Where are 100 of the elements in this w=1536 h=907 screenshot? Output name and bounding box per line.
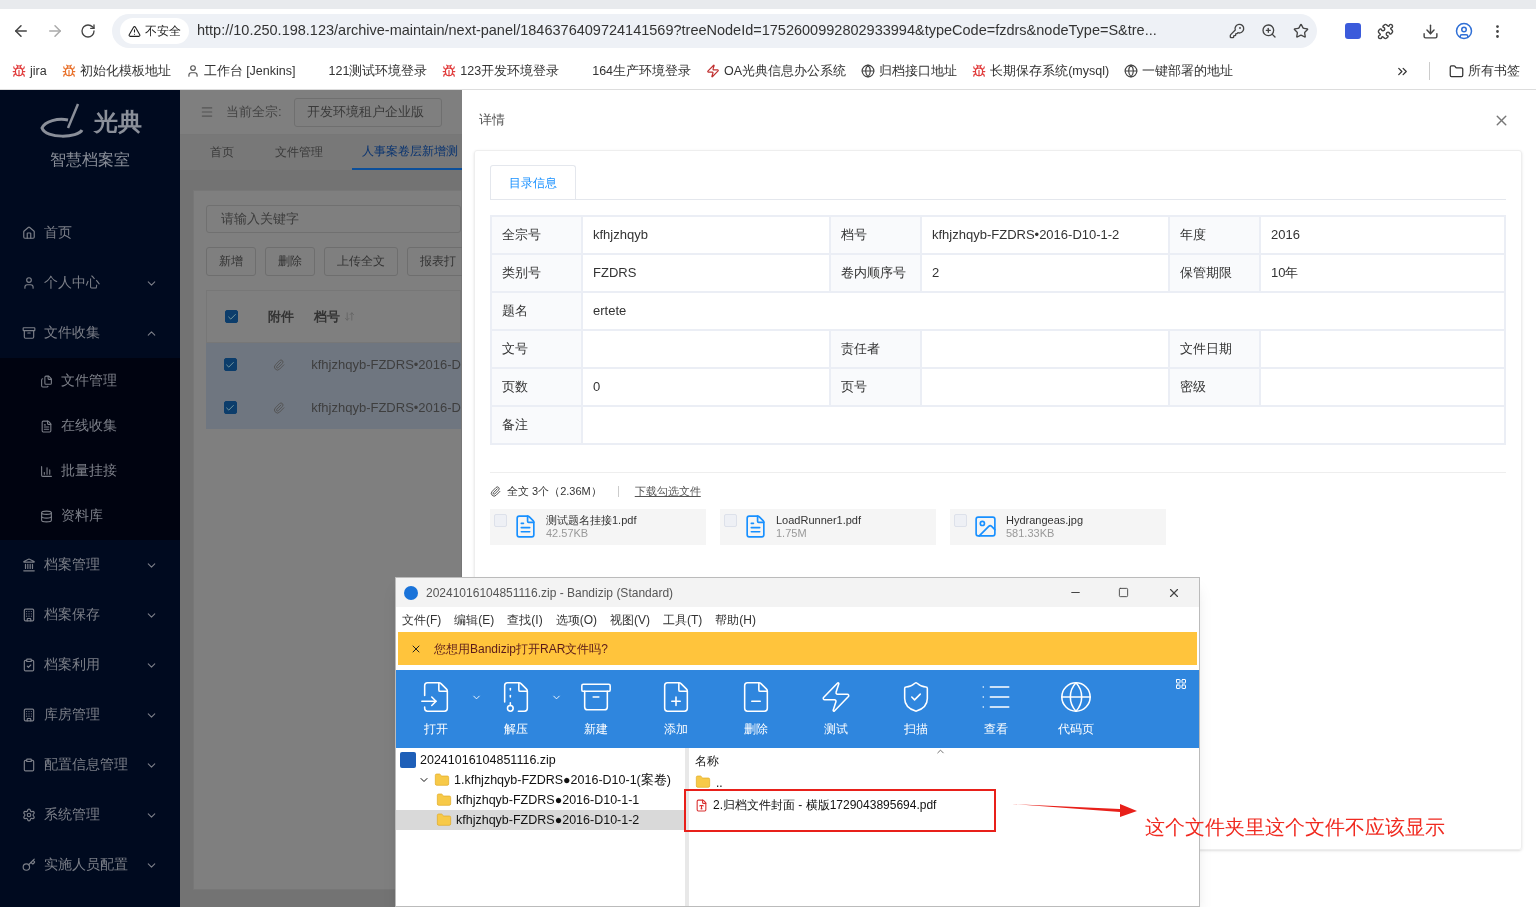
menu-item[interactable]: 文件(F) bbox=[402, 610, 442, 629]
image-file-icon bbox=[973, 513, 998, 539]
bookmark-icon bbox=[61, 64, 76, 78]
search-field[interactable]: 请输入关键字 bbox=[206, 205, 461, 233]
bookmark-icon bbox=[185, 64, 200, 78]
field-label: 备注 bbox=[491, 406, 582, 444]
menu-item[interactable]: 档案管理 bbox=[0, 540, 180, 590]
attachment-card[interactable]: Hydrangeas.jpg 581.33KB bbox=[950, 508, 1166, 545]
field-value: 2 bbox=[921, 254, 1169, 292]
bookmark-item[interactable]: 长期保存系统(mysql) bbox=[972, 61, 1110, 81]
bookmark-item[interactable]: 164生产环境登录 bbox=[574, 61, 692, 81]
menu-item[interactable]: 个人中心 bbox=[0, 258, 180, 308]
toolbar-icon bbox=[1059, 680, 1093, 714]
ribbon-button[interactable]: 测试 bbox=[810, 680, 862, 738]
menu-item[interactable]: 库房管理 bbox=[0, 690, 180, 740]
field-label: 类别号 bbox=[491, 254, 582, 292]
extensions-icon[interactable] bbox=[1377, 22, 1394, 40]
bookmark-folder[interactable]: 所有书签 bbox=[1449, 61, 1520, 81]
submenu-item[interactable]: 文件管理 bbox=[0, 359, 180, 404]
annotation-text: 这个文件夹里这个文件不应该显示 bbox=[1145, 815, 1445, 840]
bookmark-item[interactable]: 一键部署的地址 bbox=[1124, 61, 1234, 81]
paperclip-icon bbox=[272, 358, 285, 371]
paperclip-icon bbox=[490, 485, 501, 497]
paperclip-icon bbox=[272, 401, 285, 414]
menu-item[interactable]: 档案利用 bbox=[0, 640, 180, 690]
bookmark-item[interactable]: 归档接口地址 bbox=[861, 61, 958, 81]
ribbon-button[interactable]: 扫描 bbox=[890, 680, 942, 738]
bookmark-item[interactable]: 123开发环境登录 bbox=[442, 61, 560, 81]
submenu-item[interactable]: 在线收集 bbox=[0, 404, 180, 449]
menu-item[interactable]: 首页 bbox=[0, 208, 180, 258]
menu-item[interactable]: 文件收集 bbox=[0, 308, 180, 358]
pdf-icon bbox=[695, 798, 708, 812]
toolbar-button[interactable]: 删除 bbox=[265, 247, 315, 276]
file-checkbox[interactable] bbox=[724, 513, 737, 527]
ribbon-button[interactable]: 新建 bbox=[570, 680, 622, 738]
password-key-icon[interactable] bbox=[1229, 23, 1245, 39]
field-label: 页数 bbox=[491, 368, 582, 406]
table-cell-text: kfhjzhqyb-FZDRS•2016-D bbox=[310, 355, 461, 374]
zoom-icon[interactable] bbox=[1261, 23, 1277, 39]
security-chip[interactable]: 不安全 bbox=[120, 18, 189, 44]
row-checkbox[interactable] bbox=[223, 401, 237, 414]
document-icon bbox=[743, 513, 768, 539]
file-checkbox[interactable] bbox=[494, 513, 507, 527]
folder-icon bbox=[695, 774, 711, 790]
toolbar-button[interactable]: 新增 bbox=[206, 247, 256, 276]
reload-icon[interactable] bbox=[80, 23, 96, 39]
tree-item[interactable]: kfhjzhqyb-FZDRS●2016-D10-1-2 bbox=[396, 810, 685, 830]
profile-icon[interactable] bbox=[1455, 22, 1473, 40]
ribbon-button[interactable]: 解压 bbox=[490, 680, 542, 738]
ribbon-button[interactable]: 打开 bbox=[410, 680, 462, 738]
menu-item[interactable]: 帮助(H) bbox=[715, 610, 756, 629]
menu-item[interactable]: 编辑(E) bbox=[454, 610, 495, 629]
menu-item[interactable]: 配置信息管理 bbox=[0, 740, 180, 790]
menu-item[interactable]: 查找(I) bbox=[507, 610, 543, 629]
forward-icon[interactable] bbox=[46, 22, 64, 40]
file-size: 581.33KB bbox=[1006, 526, 1056, 540]
tree-item[interactable]: 1.kfhjzhqyb-FZDRS●2016-D10-1(案卷) bbox=[396, 770, 685, 790]
field-label: 文号 bbox=[491, 330, 582, 368]
ribbon-button[interactable]: 代码页 bbox=[1050, 680, 1102, 738]
column-header[interactable]: 名称 bbox=[695, 752, 719, 770]
layout-icon[interactable] bbox=[1175, 678, 1187, 690]
ribbon-button[interactable]: 添加 bbox=[650, 680, 702, 738]
select-all-checkbox[interactable] bbox=[225, 310, 238, 323]
maximize-icon[interactable] bbox=[1118, 587, 1129, 598]
bookmark-icon bbox=[12, 64, 26, 78]
address-bar[interactable]: 不安全 http://10.250.198.123/archive-maintain/next-panel/1846376409724141569?treeNodeId=1752600992802933994&typeCode=fzdrs&nodeType=S&tre... bbox=[112, 14, 1317, 48]
bookmark-item[interactable]: 初始化模板地址 bbox=[61, 61, 171, 81]
row-checkbox[interactable] bbox=[223, 358, 237, 371]
back-icon[interactable] bbox=[12, 22, 30, 40]
folder-icon bbox=[434, 772, 450, 788]
ribbon-button[interactable]: 查看 bbox=[970, 680, 1022, 738]
bookmark-star-icon[interactable] bbox=[1293, 23, 1309, 39]
bookmark-item[interactable]: OA光典信息办公系统 bbox=[706, 61, 847, 81]
tree-item[interactable]: kfhjzhqyb-FZDRS●2016-D10-1-1 bbox=[396, 790, 685, 810]
bookmark-item[interactable]: 工作台 [Jenkins] bbox=[185, 61, 296, 81]
field-value: 0 bbox=[582, 368, 830, 406]
menu-item[interactable]: 选项(O) bbox=[555, 610, 597, 629]
menu-item[interactable]: 档案保存 bbox=[0, 590, 180, 640]
check-icon bbox=[225, 359, 236, 370]
attachment-card[interactable]: 测试题名挂接1.pdf 42.57KB bbox=[490, 508, 706, 545]
submenu-item[interactable]: 批量挂接 bbox=[0, 449, 180, 494]
download-icon[interactable] bbox=[1422, 22, 1439, 40]
ribbon-button[interactable]: 删除 bbox=[730, 680, 782, 738]
menu-item[interactable]: 工具(T) bbox=[663, 610, 703, 629]
menu-item[interactable]: 系统管理 bbox=[0, 790, 180, 840]
field-value: FZDRS bbox=[582, 254, 830, 292]
menu-item[interactable]: 视图(V) bbox=[610, 610, 650, 629]
field-value: ertete bbox=[582, 292, 1505, 330]
file-row[interactable]: 2.归档文件封面 - 横版1729043895694.pdf bbox=[689, 794, 1199, 816]
menu-item[interactable]: 实施人员配置 bbox=[0, 840, 180, 890]
detail-tab[interactable]: 目录信息 bbox=[490, 165, 576, 199]
bookmark-item[interactable]: jira bbox=[12, 61, 47, 81]
download-link[interactable]: 下载勾选文件 bbox=[634, 483, 701, 500]
file-checkbox[interactable] bbox=[954, 513, 967, 527]
field-value: kfhjzhqyb bbox=[582, 216, 830, 254]
fonds-select[interactable]: 开发环境租户企业版 bbox=[293, 97, 442, 127]
bookmark-item[interactable]: 121测试环境登录 bbox=[310, 61, 428, 81]
submenu-item[interactable]: 资料库 bbox=[0, 494, 180, 539]
tree-item[interactable]: 20241016104851116.zip bbox=[396, 750, 685, 770]
attachment-card[interactable]: LoadRunner1.pdf 1.75M bbox=[720, 508, 936, 545]
